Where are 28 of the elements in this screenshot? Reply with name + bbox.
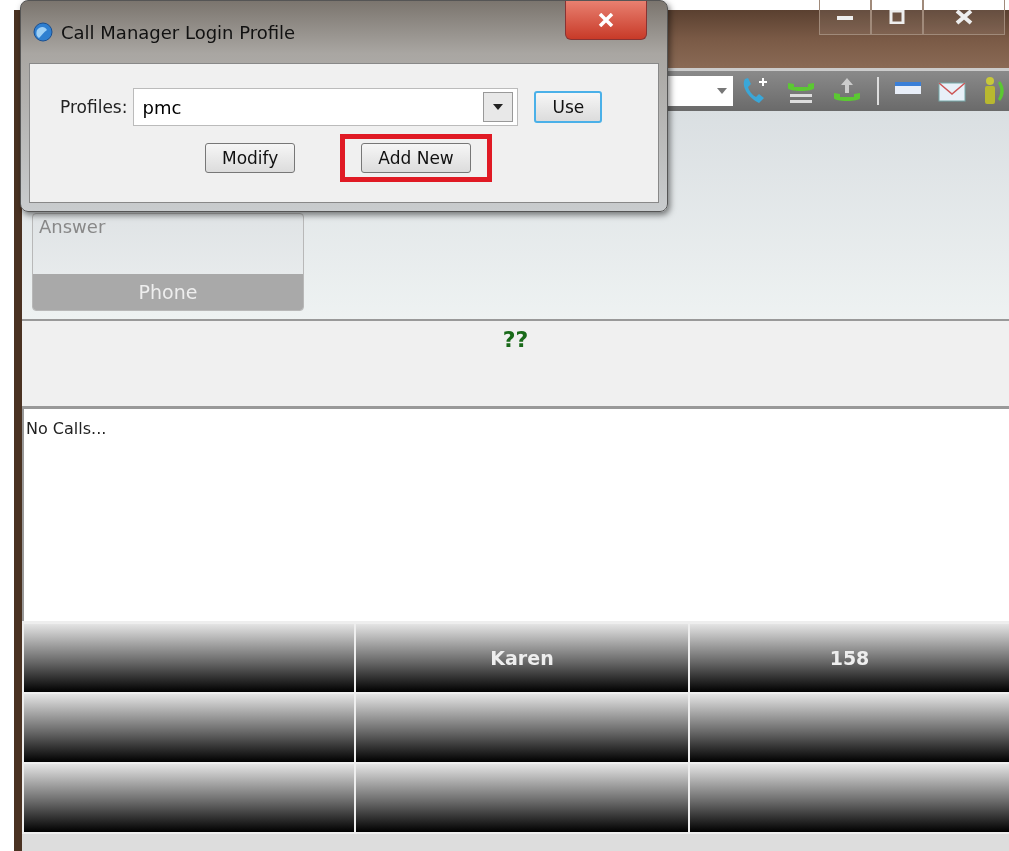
tile-label: Answer [38,215,107,237]
speed-dial-button[interactable] [690,764,1009,832]
speed-dial-button[interactable] [24,624,354,692]
dialog-button[interactable]: Add New [361,143,471,173]
close-button[interactable] [923,0,1005,35]
speed-dial-button[interactable]: Karen [356,624,688,692]
speed-dial-button[interactable]: 158 [690,624,1009,692]
speed-dial-button[interactable] [24,694,354,762]
close-button[interactable] [565,1,647,40]
dialog-title: Call Manager Login Profile [61,21,296,43]
speed-dial-button[interactable] [690,694,1009,762]
tile-footer: Phone [33,274,303,310]
profiles-label: Profiles: [60,97,128,117]
speed-dial-button[interactable] [356,694,688,762]
close-icon [954,9,974,25]
profile-dropdown[interactable]: pmc [133,88,519,126]
speed-dial-button[interactable] [24,764,354,832]
caret-icon [717,88,727,94]
use-button[interactable]: Use [534,91,603,123]
status-text: ?? [502,327,529,352]
maximize-icon [887,10,907,24]
speed-dial-button[interactable] [356,764,688,832]
close-icon [598,13,614,27]
globe-icon [33,22,53,42]
minimize-button[interactable] [819,0,871,35]
dialog-button[interactable]: Modify [205,143,296,173]
empty-list-text: No Calls... [26,419,107,438]
maximize-button[interactable] [871,0,923,35]
